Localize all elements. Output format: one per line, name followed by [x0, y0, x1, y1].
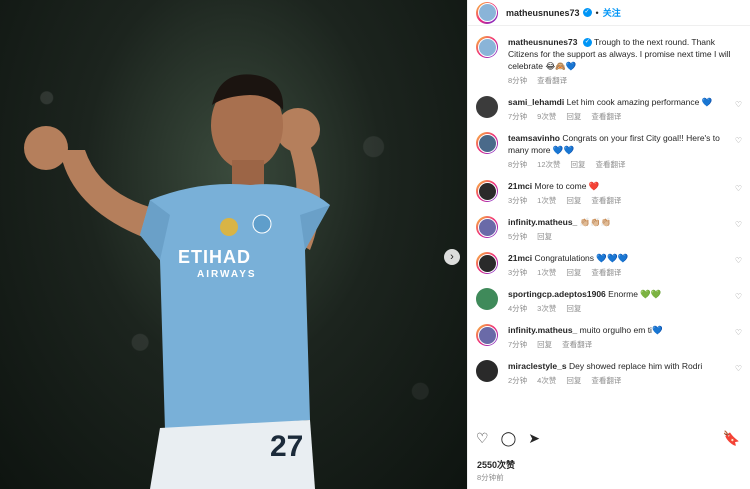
- comment-time: 3分钟: [508, 268, 528, 277]
- comment-row: 21mci More to come ❤️ 3分钟 1次赞 回复 查看翻译 ♡: [476, 174, 742, 210]
- comment-time: 4分钟: [508, 304, 528, 313]
- comment-avatar[interactable]: [476, 360, 498, 382]
- verified-icon: ✓: [582, 38, 592, 48]
- translate-link[interactable]: 查看翻译: [591, 111, 621, 123]
- like-comment-icon[interactable]: ♡: [732, 180, 742, 207]
- comment-row: miraclestyle_s Dey showed replace him wi…: [476, 354, 742, 390]
- comment-avatar[interactable]: [476, 132, 498, 154]
- like-comment-icon[interactable]: ♡: [732, 96, 742, 123]
- comment-text: Let him cook amazing performance 💙: [566, 97, 713, 107]
- follow-button[interactable]: 关注: [603, 6, 621, 19]
- comment-avatar[interactable]: [476, 324, 498, 346]
- reply-button[interactable]: 回复: [566, 111, 581, 123]
- comment-username[interactable]: 21mci: [508, 253, 532, 263]
- reply-button[interactable]: 回复: [566, 195, 581, 207]
- shirt-sponsor-sub: AIRWAYS: [197, 269, 257, 280]
- translate-link[interactable]: 查看翻译: [596, 159, 626, 171]
- caption: matheusnunes73 ✓ Trough to the next roun…: [476, 30, 742, 90]
- comment-avatar[interactable]: [476, 96, 498, 118]
- comment-time: 7分钟: [508, 340, 528, 349]
- reply-button[interactable]: 回复: [566, 303, 581, 315]
- post-actions: ♡ ◯ ➤: [476, 430, 540, 447]
- comment-text: Congratulations 💙💙💙: [534, 253, 629, 263]
- likes-count[interactable]: 2550次赞: [477, 458, 515, 471]
- heart-icon[interactable]: ♡: [476, 430, 489, 447]
- reply-button[interactable]: 回复: [566, 267, 581, 279]
- comment-username[interactable]: infinity.matheus_: [508, 217, 577, 227]
- post-time: 8分钟前: [477, 473, 504, 482]
- like-comment-icon[interactable]: ♡: [732, 252, 742, 279]
- comment-likes[interactable]: 1次赞: [537, 195, 556, 207]
- caption-avatar[interactable]: [476, 36, 498, 58]
- comment-avatar[interactable]: [476, 216, 498, 238]
- author-avatar[interactable]: [476, 1, 498, 24]
- post-header: matheusnunes73 ✓ • 关注: [468, 0, 750, 26]
- player-figure: [24, 74, 330, 489]
- shirt-sponsor: ETIHAD: [178, 247, 251, 267]
- comment-row: sportingcp.adeptos1906 Enorme 💚💚 4分钟 3次赞…: [476, 282, 742, 318]
- translate-link[interactable]: 查看翻译: [562, 339, 592, 351]
- comment-text: Enorme 💚💚: [608, 289, 662, 299]
- comment-time: 2分钟: [508, 376, 528, 385]
- comment-text: More to come ❤️: [534, 181, 600, 191]
- translate-link[interactable]: 查看翻译: [591, 375, 621, 387]
- comment-time: 5分钟: [508, 232, 528, 241]
- reply-button[interactable]: 回复: [537, 339, 552, 351]
- comment-username[interactable]: sportingcp.adeptos1906: [508, 289, 606, 299]
- like-comment-icon[interactable]: ♡: [732, 216, 742, 243]
- comment-text: 👏🏼👏🏼👏🏼: [579, 217, 612, 227]
- like-comment-icon[interactable]: ♡: [732, 132, 742, 171]
- comment-row: teamsavinho Congrats on your first City …: [476, 126, 742, 174]
- comment-time: 3分钟: [508, 196, 528, 205]
- author-username[interactable]: matheusnunes73: [506, 8, 580, 18]
- like-comment-icon[interactable]: ♡: [732, 360, 742, 387]
- comments-list[interactable]: matheusnunes73 ✓ Trough to the next roun…: [468, 30, 750, 426]
- like-comment-icon[interactable]: ♡: [732, 288, 742, 315]
- reply-button[interactable]: 回复: [571, 159, 586, 171]
- comment-row: sami_lehamdi Let him cook amazing perfor…: [476, 90, 742, 126]
- comment-likes[interactable]: 9次赞: [537, 111, 556, 123]
- comment-likes[interactable]: 4次赞: [537, 375, 556, 387]
- comment-time: 7分钟: [508, 112, 528, 121]
- comment-row: infinity.matheus_ 👏🏼👏🏼👏🏼 5分钟 回复 ♡: [476, 210, 742, 246]
- comment-likes[interactable]: 12次赞: [537, 159, 560, 171]
- comment-row: 21mci Congratulations 💙💙💙 3分钟 1次赞 回复 查看翻…: [476, 246, 742, 282]
- comment-username[interactable]: teamsavinho: [508, 133, 560, 143]
- reply-button[interactable]: 回复: [566, 375, 581, 387]
- comment-time: 8分钟: [508, 160, 528, 169]
- comment-row: infinity.matheus_ muito orgulho em ti💙 7…: [476, 318, 742, 354]
- separator-dot: •: [595, 7, 599, 18]
- comment-avatar[interactable]: [476, 180, 498, 202]
- translate-link[interactable]: 查看翻译: [591, 195, 621, 207]
- share-icon[interactable]: ➤: [528, 430, 540, 447]
- comment-username[interactable]: 21mci: [508, 181, 532, 191]
- comment-likes[interactable]: 1次赞: [537, 267, 556, 279]
- caption-username[interactable]: matheusnunes73: [508, 37, 577, 47]
- shirt-number: 27: [270, 430, 304, 463]
- comment-username[interactable]: sami_lehamdi: [508, 97, 564, 107]
- comment-icon[interactable]: ◯: [501, 430, 517, 447]
- caption-translate-link[interactable]: 查看翻译: [537, 75, 567, 87]
- comment-avatar[interactable]: [476, 252, 498, 274]
- like-comment-icon[interactable]: ♡: [732, 324, 742, 351]
- bookmark-icon[interactable]: 🔖: [723, 430, 740, 447]
- translate-link[interactable]: 查看翻译: [591, 267, 621, 279]
- verified-icon: ✓: [582, 8, 592, 17]
- comment-text: Dey showed replace him with Rodri: [568, 361, 703, 371]
- comment-avatar[interactable]: [476, 288, 498, 310]
- caption-time: 8分钟: [508, 76, 528, 85]
- reply-button[interactable]: 回复: [537, 231, 552, 243]
- comment-likes[interactable]: 3次赞: [537, 303, 556, 315]
- comment-username[interactable]: miraclestyle_s: [508, 361, 567, 371]
- post-photo[interactable]: ETIHAD AIRWAYS 27 ›: [0, 0, 467, 489]
- next-photo-arrow-icon[interactable]: ›: [444, 249, 460, 265]
- comment-username[interactable]: infinity.matheus_: [508, 325, 577, 335]
- comment-text: muito orgulho em ti💙: [579, 325, 663, 335]
- post-panel: matheusnunes73 ✓ • 关注 matheusnunes73 ✓ T…: [467, 0, 750, 489]
